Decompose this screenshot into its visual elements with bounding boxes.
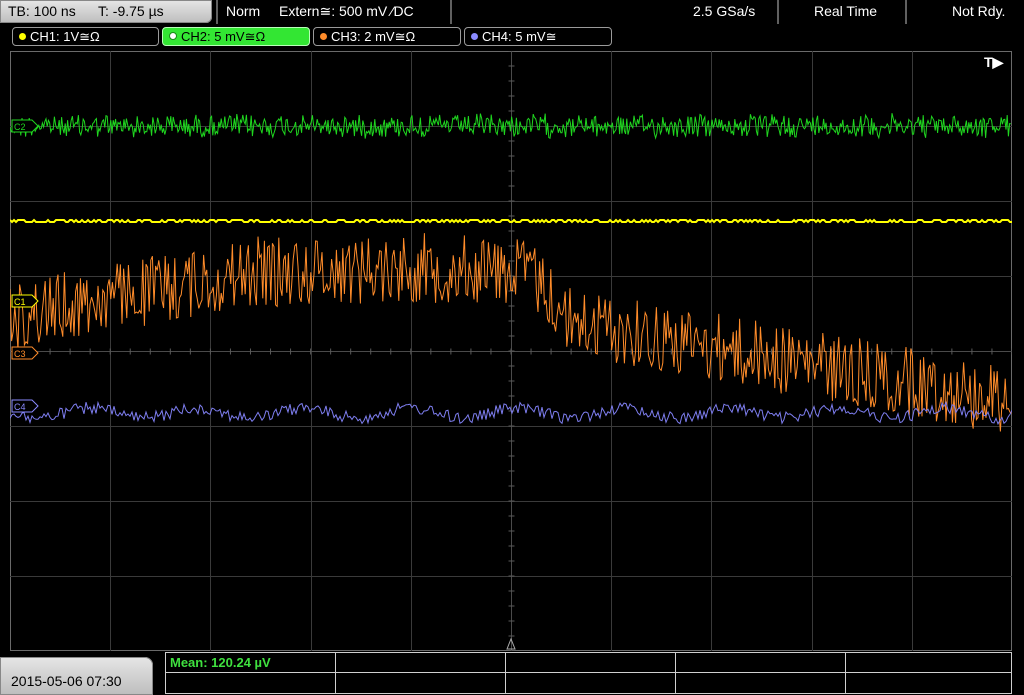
measurement-cell[interactable] (676, 673, 846, 693)
trigger-mode[interactable]: Norm (226, 3, 260, 19)
measurement-cell[interactable] (506, 673, 676, 693)
ch4-label: CH4: 5 mV≅ (482, 29, 557, 44)
status-bar: TB: 100 ns T: -9.75 µs Norm Extern≅: 500… (0, 0, 1024, 24)
ch1-offset-marker[interactable]: C1 (11, 294, 39, 308)
acquisition-mode: Real Time (814, 3, 878, 19)
waveform-display[interactable]: C2 C1 C3 C4 T▶ (10, 51, 1012, 651)
ch3-offset-marker[interactable]: C3 (11, 346, 39, 360)
separator (450, 0, 452, 24)
ch4-marker-label: C4 (14, 402, 26, 412)
measurement-cell[interactable] (336, 653, 506, 673)
datetime-value: 2015-05-06 07:30 (11, 673, 122, 689)
ch3-color-dot-icon (320, 33, 327, 40)
tab-ch2[interactable]: CH2: 5 mV≅Ω (162, 27, 310, 46)
ch1-color-dot-icon (19, 33, 26, 40)
ch3-marker-label: C3 (14, 349, 26, 359)
measurement-cell[interactable] (846, 673, 1011, 693)
ch2-label: CH2: 5 mV≅Ω (181, 29, 266, 44)
timebase-box[interactable]: TB: 100 ns T: -9.75 µs (0, 0, 212, 23)
ch1-marker-label: C1 (14, 297, 26, 307)
measurement-panel[interactable]: Mean: 120.24 µV (165, 652, 1012, 694)
trigger-source[interactable]: Extern≅: 500 mV ⁄DC (279, 3, 414, 20)
timebase-value: TB: 100 ns (8, 3, 76, 19)
ch2-marker-label: C2 (14, 122, 26, 132)
measurement-cell[interactable] (846, 653, 1011, 673)
mean-measurement: Mean: 120.24 µV (170, 655, 271, 670)
ch1-label: CH1: 1V≅Ω (30, 29, 100, 44)
ch4-color-dot-icon (471, 33, 478, 40)
ch2-color-dot-icon (169, 32, 177, 40)
separator (777, 0, 779, 24)
ch4-offset-marker[interactable]: C4 (11, 399, 39, 413)
ch3-label: CH3: 2 mV≅Ω (331, 29, 416, 44)
measurement-cell[interactable] (676, 653, 846, 673)
measurement-cell[interactable] (166, 673, 336, 693)
ch2-offset-marker[interactable]: C2 (11, 119, 39, 133)
sample-rate: 2.5 GSa/s (693, 3, 756, 19)
separator (216, 0, 218, 24)
acquisition-status: Not Rdy. (952, 3, 1006, 19)
measurement-cell[interactable]: Mean: 120.24 µV (166, 653, 336, 673)
separator (905, 0, 907, 24)
tab-ch3[interactable]: CH3: 2 mV≅Ω (313, 27, 461, 46)
tab-ch1[interactable]: CH1: 1V≅Ω (12, 27, 159, 46)
tab-ch4[interactable]: CH4: 5 mV≅ (464, 27, 612, 46)
measurement-cell[interactable] (336, 673, 506, 693)
trigger-time-value: T: -9.75 µs (98, 3, 164, 19)
oscilloscope-screen: TB: 100 ns T: -9.75 µs Norm Extern≅: 500… (0, 0, 1024, 695)
measurement-cell[interactable] (506, 653, 676, 673)
datetime-box: 2015-05-06 07:30 (0, 657, 153, 695)
trigger-position-icon[interactable]: T▶ (984, 54, 1005, 70)
